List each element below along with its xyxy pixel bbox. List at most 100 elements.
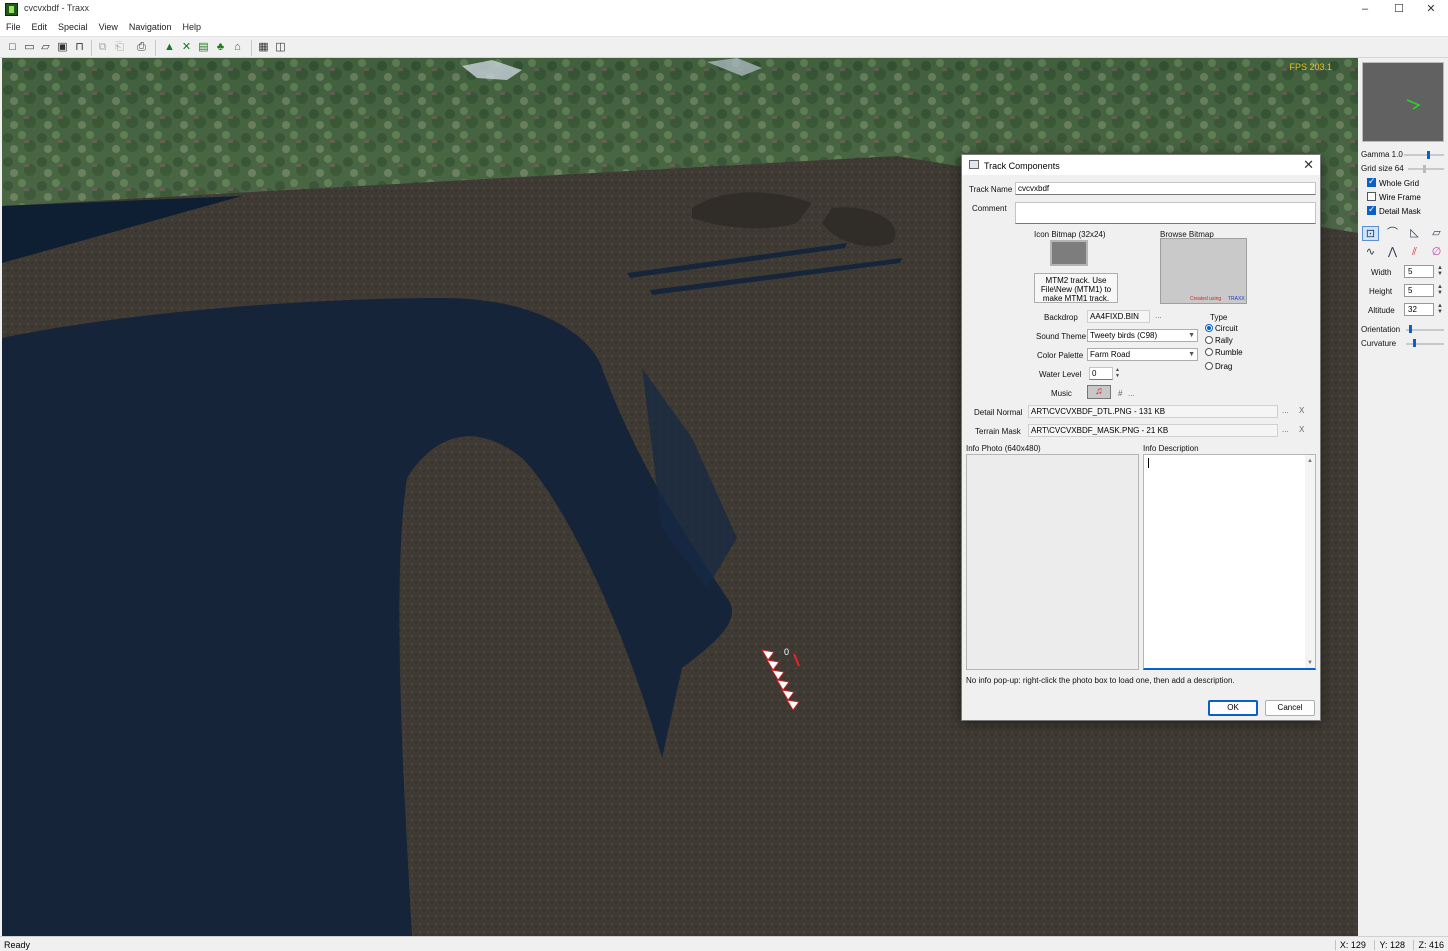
water-level-spinner[interactable]: ▲ ▼ [1115,367,1123,380]
menu-help[interactable]: Help [176,19,206,32]
backdrop-label: Backdrop [1044,313,1078,322]
color-palette-select[interactable]: Farm Road ▼ [1087,348,1198,361]
track-name-input[interactable]: cvcvxbdf [1015,182,1316,195]
minimize-button[interactable]: – [1348,0,1382,19]
water-level-input[interactable]: 0 [1089,367,1113,380]
menu-bar: File Edit Special View Navigation Help [0,19,1448,36]
menu-navigation[interactable]: Navigation [123,19,177,32]
tree-icon[interactable]: ♣ [214,41,227,54]
whole-grid-checkbox[interactable]: Whole Grid [1367,176,1420,188]
info-description-textarea[interactable]: ▲ ▼ [1143,454,1316,670]
close-window-button[interactable]: ✕ [1414,0,1448,19]
open-folder-icon[interactable]: ▭ [23,41,36,54]
grid-icon[interactable]: ▦ [257,41,270,54]
dialog-close-icon[interactable]: ✕ [1303,157,1314,173]
grid-size-slider-thumb[interactable] [1423,165,1427,173]
terrain-mask-browse-button[interactable]: ... [1282,425,1289,434]
terrain-icon[interactable]: ▲ [163,41,176,54]
building-icon[interactable]: ⌂ [231,41,244,54]
height-spinner[interactable]: 5 ▲ ▼ [1404,284,1443,297]
toolbar: □ ▭ ▱ ▣ ⊓ ⧉ ⎗ ⎙ ▲ ✕ ▤ ♣ ⌂ ▦ ◫ [0,36,1448,58]
z-coordinate: Z: 416 [1413,940,1444,950]
cube-view-icon[interactable]: ◫ [274,41,287,54]
detail-normal-field: ART\CVCVXBDF_DTL.PNG - 131 KB [1028,405,1278,418]
tool-erase-icon[interactable]: ⫽ [1406,245,1423,260]
traxx-text: TRAXX [1228,296,1245,302]
x-coordinate: X: 129 [1334,940,1366,950]
backdrop-field: AA4FIXD.BIN [1087,310,1150,323]
title-bar: cvcvxbdf - Traxx – ☐ ✕ [0,0,1448,19]
type-circuit-radio[interactable]: Circuit [1205,324,1238,333]
right-panel: Gamma 1.0 Grid size 64 Whole Grid Wire F… [1358,58,1448,936]
detail-mask-checkbox[interactable]: Detail Mask [1367,204,1421,216]
browse-bitmap-preview[interactable]: Created using TRAXX [1160,238,1247,304]
save-icon[interactable]: ▣ [56,41,69,54]
wire-frame-label: Wire Frame [1379,193,1421,202]
cancel-button[interactable]: Cancel [1265,700,1315,716]
detail-mask-label: Detail Mask [1379,207,1421,216]
detail-normal-clear-button[interactable]: X [1299,406,1304,415]
gamma-slider-track[interactable] [1404,154,1444,156]
dialog-icon [969,160,979,169]
minimap[interactable] [1362,62,1444,142]
ok-button[interactable]: OK [1208,700,1258,716]
comment-label: Comment [972,204,1007,213]
fps-counter: FPS 203.1 [1289,62,1332,72]
new-file-icon[interactable]: □ [6,41,19,54]
icon-bitmap-preview[interactable] [1050,240,1088,266]
whole-grid-label: Whole Grid [1379,179,1420,188]
music-label: Music [1051,389,1072,398]
music-icon[interactable]: ♫ [1087,385,1111,399]
comment-input[interactable] [1015,202,1316,224]
menu-special[interactable]: Special [52,19,93,32]
tool-raise-icon[interactable]: ⊡ [1362,226,1379,241]
detail-normal-browse-button[interactable]: ... [1282,406,1289,415]
music-browse-button[interactable]: ... [1128,389,1135,398]
terrain-tiles-icon[interactable]: ▤ [197,41,210,54]
terrain-roads-icon[interactable]: ✕ [180,41,193,54]
backdrop-browse-button[interactable]: ... [1155,311,1162,320]
track-components-dialog: Track Components ✕ Track Name cvcvxbdf C… [961,154,1321,721]
binoculars-icon[interactable]: ⊓ [73,41,86,54]
open-recent-icon[interactable]: ▱ [39,41,52,54]
track-name-label: Track Name [969,185,1013,194]
type-drag-radio[interactable]: Drag [1205,362,1232,371]
curvature-slider-thumb[interactable] [1412,339,1416,347]
menu-edit[interactable]: Edit [26,19,53,32]
print-icon[interactable]: ⎙ [135,41,148,54]
terrain-mask-label: Terrain Mask [975,427,1021,436]
type-label: Type [1210,313,1228,322]
tool-hill-icon[interactable]: ⌒ [1384,226,1401,241]
type-rally-radio[interactable]: Rally [1205,336,1233,345]
altitude-label: Altitude [1368,306,1395,315]
window-title: cvcvxbdf - Traxx [24,3,90,13]
wire-frame-checkbox[interactable]: Wire Frame [1367,192,1421,202]
tool-paint-icon[interactable]: ∅ [1428,245,1445,260]
curvature-label: Curvature [1361,339,1397,348]
dialog-title-bar: Track Components ✕ [962,155,1320,175]
color-palette-label: Color Palette [1037,351,1084,360]
description-scrollbar[interactable]: ▲ ▼ [1305,455,1315,668]
info-photo-box[interactable] [966,454,1139,670]
water-level-label: Water Level [1039,370,1082,379]
terrain-mask-clear-button[interactable]: X [1299,425,1304,434]
menu-view[interactable]: View [93,19,123,32]
sound-theme-select[interactable]: Tweety birds (C98) ▼ [1087,329,1198,342]
gamma-slider-thumb[interactable] [1427,151,1430,159]
status-text: Ready [4,940,31,950]
menu-file[interactable]: File [0,19,26,32]
width-spinner[interactable]: 5 ▲ ▼ [1404,265,1443,278]
tool-slope-icon[interactable]: ◺ [1406,226,1423,241]
tool-rough-icon[interactable]: ⋀ [1384,245,1401,260]
tool-ramp-icon[interactable]: ▱ [1428,226,1445,241]
y-coordinate: Y: 128 [1374,940,1405,950]
orientation-slider-thumb[interactable] [1408,325,1412,333]
altitude-spinner[interactable]: 32 ▲ ▼ [1404,303,1443,316]
maximize-button[interactable]: ☐ [1382,0,1416,19]
grid-size-label: Grid size 64 [1361,164,1404,173]
tool-smooth-icon[interactable]: ∿ [1362,245,1379,260]
type-rumble-radio[interactable]: Rumble [1205,348,1243,357]
text-caret [1148,458,1149,468]
copy-icon[interactable]: ⧉ [96,41,109,54]
paste-icon[interactable]: ⎗ [113,41,126,54]
